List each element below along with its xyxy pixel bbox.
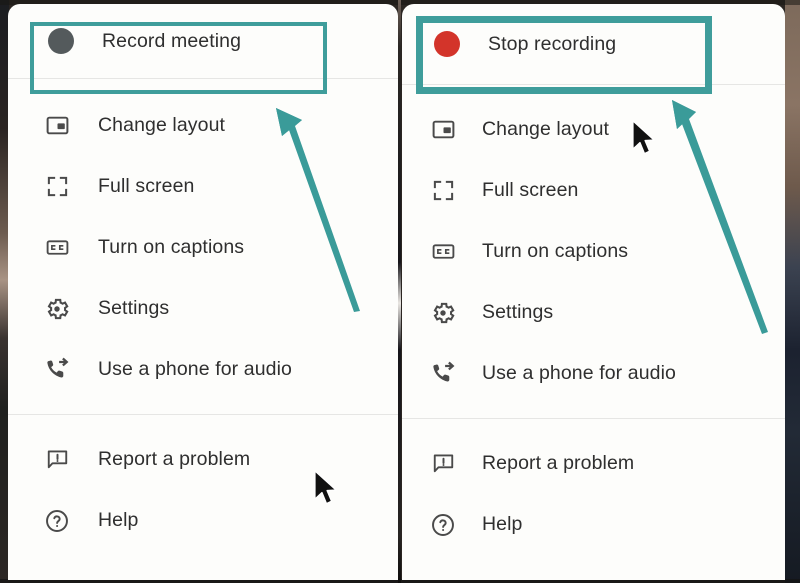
menu-item-label: Help — [482, 513, 523, 535]
phone-forward-icon — [42, 355, 72, 385]
menu-item-label: Turn on captions — [98, 236, 245, 258]
full-screen-icon — [42, 172, 72, 202]
full-screen-icon — [428, 176, 458, 206]
report-problem-icon — [42, 445, 72, 475]
menu-item-use-a-phone-for-audio[interactable]: Use a phone for audio — [8, 339, 398, 400]
phone-forward-icon — [428, 359, 458, 389]
closed-captions-icon — [428, 237, 458, 267]
menu-item-help[interactable]: Help — [8, 490, 398, 551]
backdrop-strip-right — [785, 0, 800, 583]
menu-item-label: Settings — [98, 297, 170, 319]
menu-group-support-before: Report a problem Help — [8, 415, 398, 551]
closed-captions-icon — [42, 233, 72, 263]
highlight-box-stop-recording — [416, 16, 712, 94]
menu-item-full-screen[interactable]: Full screen — [8, 156, 398, 217]
change-layout-icon — [428, 115, 458, 145]
panel-separator — [398, 0, 401, 583]
menu-item-label: Use a phone for audio — [482, 362, 676, 384]
menu-item-label: Report a problem — [482, 452, 635, 474]
menu-item-use-a-phone-for-audio[interactable]: Use a phone for audio — [402, 343, 785, 404]
menu-item-label: Turn on captions — [482, 240, 629, 262]
menu-panel-after: Stop recording Change layout Full screen… — [402, 4, 785, 580]
menu-item-turn-on-captions[interactable]: Turn on captions — [8, 217, 398, 278]
menu-item-change-layout[interactable]: Change layout — [8, 95, 398, 156]
menu-item-report-a-problem[interactable]: Report a problem — [8, 429, 398, 490]
menu-group-support-after: Report a problem Help — [402, 419, 785, 555]
menu-group-view-before: Change layout Full screen Turn on captio… — [8, 79, 398, 400]
menu-item-settings[interactable]: Settings — [8, 278, 398, 339]
menu-item-label: Full screen — [98, 175, 195, 197]
menu-item-label: Full screen — [482, 179, 579, 201]
menu-item-label: Use a phone for audio — [98, 358, 292, 380]
menu-item-turn-on-captions[interactable]: Turn on captions — [402, 221, 785, 282]
change-layout-icon — [42, 111, 72, 141]
menu-item-label: Change layout — [98, 114, 226, 136]
menu-item-label: Report a problem — [98, 448, 251, 470]
help-circle-icon — [428, 510, 458, 540]
menu-item-label: Settings — [482, 301, 554, 323]
screenshot-stage: Record meeting Change layout Full screen… — [0, 0, 800, 583]
gear-icon — [428, 298, 458, 328]
menu-item-change-layout[interactable]: Change layout — [402, 99, 785, 160]
help-circle-icon — [42, 506, 72, 536]
menu-item-full-screen[interactable]: Full screen — [402, 160, 785, 221]
highlight-box-record-meeting — [30, 22, 327, 94]
menu-item-report-a-problem[interactable]: Report a problem — [402, 433, 785, 494]
menu-item-help[interactable]: Help — [402, 494, 785, 555]
report-problem-icon — [428, 449, 458, 479]
menu-item-label: Change layout — [482, 118, 610, 140]
gear-icon — [42, 294, 72, 324]
menu-group-view-after: Change layout Full screen Turn on captio… — [402, 85, 785, 404]
menu-item-settings[interactable]: Settings — [402, 282, 785, 343]
menu-panel-before: Record meeting Change layout Full screen… — [8, 4, 398, 580]
menu-item-label: Help — [98, 509, 139, 531]
